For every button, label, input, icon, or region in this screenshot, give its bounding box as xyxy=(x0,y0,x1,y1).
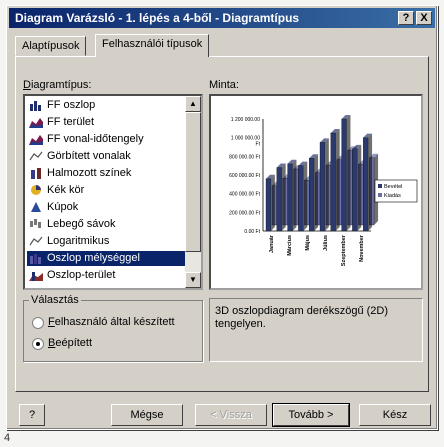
list-item[interactable]: Oszlop-terület xyxy=(27,268,185,283)
bar-side xyxy=(324,138,329,231)
list-item[interactable]: Oszlop mélységgel xyxy=(27,251,185,266)
area-chart-icon xyxy=(29,116,43,129)
preview-label: Minta: xyxy=(209,79,239,91)
legend-swatch xyxy=(378,184,382,188)
bar xyxy=(287,163,293,232)
legend-label: Kiadás xyxy=(384,193,401,199)
bar xyxy=(363,137,369,232)
list-item-label: Lebegő sávok xyxy=(47,218,116,230)
x-tick-label: Március xyxy=(287,235,293,256)
list-item[interactable]: Kúpok xyxy=(27,200,185,215)
bar-side xyxy=(303,161,308,231)
help-button[interactable]: ? xyxy=(19,404,45,426)
page-number: 4 xyxy=(4,432,11,444)
list-item[interactable]: Halmozott színek xyxy=(27,166,185,181)
legend-swatch xyxy=(378,193,382,197)
built-in-radio[interactable] xyxy=(32,338,44,350)
scroll-up-button[interactable]: ▲ xyxy=(185,96,201,112)
list-item[interactable]: FF oszlop xyxy=(27,98,185,113)
list-item-label: Oszlop-terület xyxy=(47,269,116,281)
user-defined-label: Felhasználó által készített xyxy=(48,316,175,328)
chart-type-list[interactable]: FF oszlop FF terület FF vonal-időtengely Gö… xyxy=(23,94,203,290)
list-item-label: Oszlop mélységgel xyxy=(47,252,140,264)
x-tick-label: Szeptember xyxy=(341,234,347,266)
bar xyxy=(276,167,282,232)
column-chart-icon xyxy=(29,99,43,112)
list-item-label: Kék kör xyxy=(47,184,85,196)
list-scrollbar[interactable]: ▲ ▼ xyxy=(185,96,201,288)
bar xyxy=(352,148,358,232)
list-item-label: FF terület xyxy=(47,116,95,128)
x-tick-label: November xyxy=(359,234,365,262)
y-tick-label: 0.00 Ft xyxy=(244,229,260,235)
y-tick-label: 200 000.00 Ft xyxy=(229,210,260,216)
bar-side xyxy=(368,133,373,231)
close-button[interactable]: X xyxy=(416,11,432,25)
y-tick-label: 1 200 000.00 xyxy=(231,117,260,123)
chart-preview: 1 200 000.00 1 000 000.00 Ft 800 000.00 Ft 6… xyxy=(209,94,423,290)
floating-bars-icon xyxy=(29,218,43,230)
list-item-label: FF vonal-időtengely xyxy=(47,133,144,145)
x-tick-label: Július xyxy=(323,235,329,251)
title-bar[interactable]: Diagram Varázsló - 1. lépés a 4-ből - Di… xyxy=(9,8,435,28)
line-chart-icon xyxy=(29,235,43,247)
chart-description: 3D oszlopdiagram derékszögű (2D) tengely… xyxy=(209,298,423,362)
list-item[interactable]: Lebegő sávok xyxy=(27,217,185,232)
pie-chart-icon xyxy=(29,184,43,196)
bar-side xyxy=(270,174,275,231)
bar xyxy=(265,178,272,232)
list-item-label: Halmozott színek xyxy=(47,167,132,179)
chart-wizard-dialog: Diagram Varázsló - 1. lépés a 4-ből - Di… xyxy=(6,5,438,430)
back-button[interactable]: < Vissza xyxy=(195,404,267,426)
list-item[interactable]: Kék kör xyxy=(27,183,185,198)
bar-side xyxy=(357,144,362,231)
list-item[interactable]: FF terület xyxy=(27,115,185,130)
column-area-icon xyxy=(29,269,43,282)
user-defined-radio[interactable] xyxy=(32,317,44,329)
list-item-label: Logaritmikus xyxy=(47,235,110,247)
bar xyxy=(298,165,304,232)
list-item-label: Kúpok xyxy=(47,201,79,213)
finish-button[interactable]: Kész xyxy=(359,404,431,426)
list-item-label: Görbített vonalak xyxy=(47,150,131,162)
list-item-label: FF oszlop xyxy=(47,99,96,111)
bar xyxy=(309,158,315,232)
cancel-button[interactable]: Mégse xyxy=(111,404,183,426)
y-tick-label: 400 000.00 Ft xyxy=(229,192,260,198)
bar-side xyxy=(292,159,297,231)
built-in-label: Beépített xyxy=(48,337,93,349)
column-depth-icon xyxy=(29,252,43,265)
bar-side xyxy=(314,154,319,231)
tab-custom-types[interactable]: Felhasználói típusok xyxy=(95,34,210,57)
stacked-column-icon xyxy=(29,167,43,180)
scroll-thumb[interactable] xyxy=(185,112,201,252)
list-item[interactable]: FF vonal-időtengely xyxy=(27,132,185,147)
line-chart-icon xyxy=(29,150,43,162)
options-group-label: Választás xyxy=(29,294,81,306)
tab-standard-types[interactable]: Alaptípusok xyxy=(15,36,87,56)
list-item[interactable]: Logaritmikus xyxy=(27,234,185,249)
next-button[interactable]: Tovább > xyxy=(272,403,350,427)
cone-chart-icon xyxy=(29,201,43,213)
bar-side xyxy=(335,129,340,231)
preview-chart: 1 200 000.001 000 000.00Ft800 000.00 Ft6… xyxy=(229,115,418,266)
x-tick-label: Május xyxy=(305,235,311,251)
options-group: Felhasználó által készített Beépített xyxy=(23,300,203,362)
legend-label: Bevétel xyxy=(384,184,402,190)
list-item[interactable]: Görbített vonalak xyxy=(27,149,185,164)
bar xyxy=(319,142,326,232)
y-tick-label: 600 000.00 Ft xyxy=(229,173,260,179)
area-chart-icon xyxy=(29,133,43,146)
bar xyxy=(341,118,347,232)
bar xyxy=(330,132,336,232)
bar-side xyxy=(281,163,286,231)
y-tick-label: Ft xyxy=(256,142,261,148)
chart-type-label: Diagramtípus: xyxy=(23,79,92,91)
x-tick-label: Január xyxy=(269,234,275,253)
window-title: Diagram Varázsló - 1. lépés a 4-ből - Di… xyxy=(15,11,300,25)
y-tick-label: 800 000.00 Ft xyxy=(229,154,260,160)
bar-side xyxy=(346,115,351,231)
help-title-button[interactable]: ? xyxy=(398,11,414,25)
scroll-down-button[interactable]: ▼ xyxy=(185,272,201,288)
